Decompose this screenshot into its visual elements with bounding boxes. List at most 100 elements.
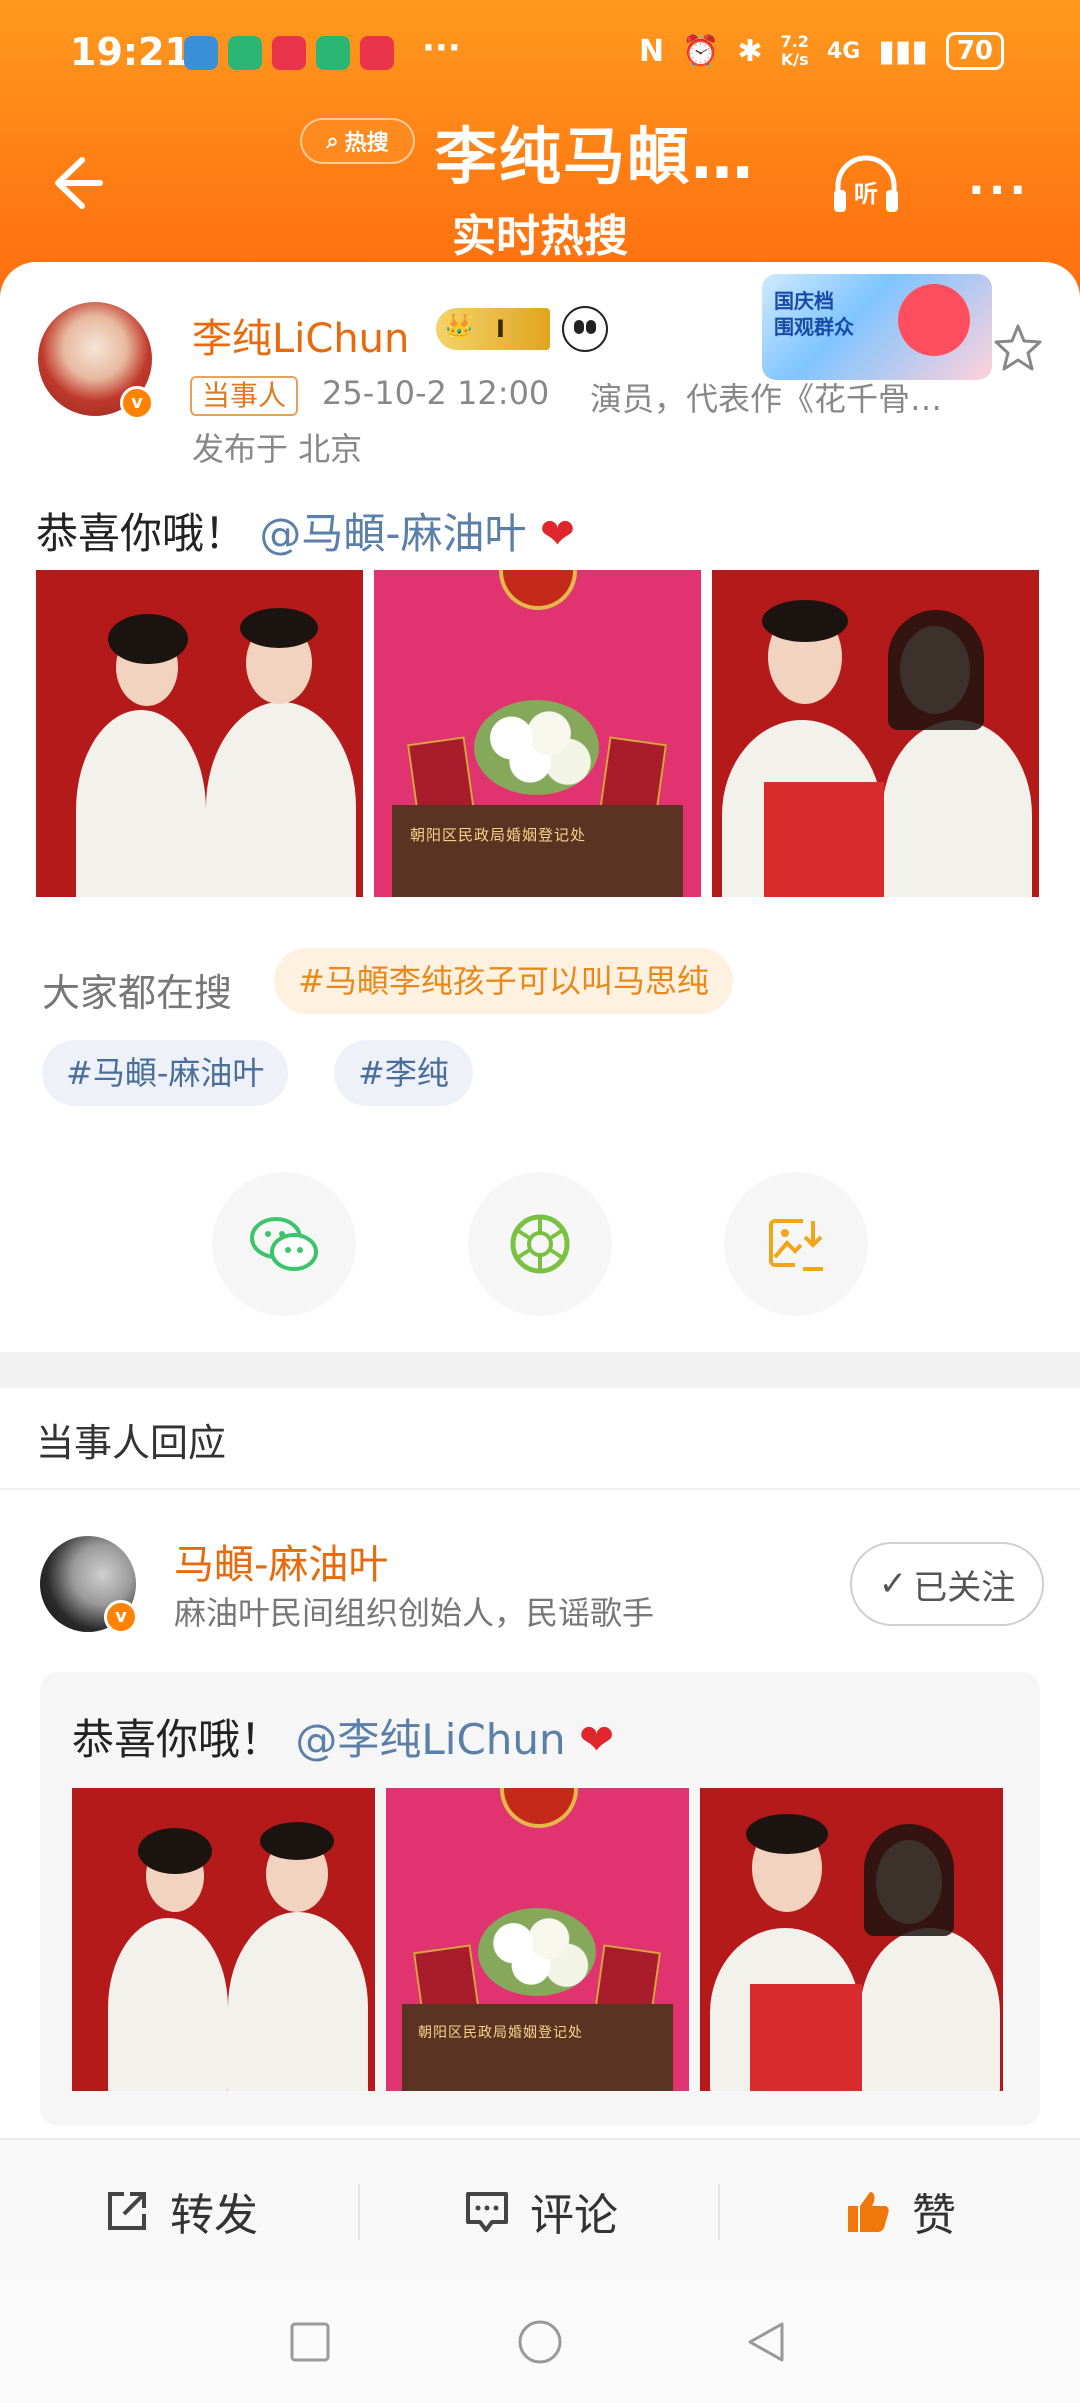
repost-button[interactable]: 转发 — [0, 2140, 360, 2282]
signal-icon: ▮▮▮ — [878, 33, 928, 69]
comment-icon — [466, 2192, 508, 2232]
repost-icon — [108, 2192, 146, 2230]
photo-figure — [228, 1912, 368, 2091]
share-moments-button[interactable] — [468, 1172, 612, 1316]
photo-figure — [260, 1822, 334, 1860]
page-subtitle: 实时热搜 — [452, 211, 628, 262]
bluetooth-icon: ✱ — [737, 33, 763, 69]
save-image-icon — [769, 1219, 823, 1271]
crown-icon: 👑 — [444, 312, 474, 340]
photo-figure — [240, 608, 318, 648]
post-text-body: 恭喜你哦！ — [36, 509, 247, 558]
book-app-icon — [360, 36, 394, 70]
search-icon: ⌕ — [326, 128, 339, 154]
role-tag: 当事人 — [190, 376, 299, 416]
status-more-dots: ··· — [422, 28, 461, 68]
response-post-card[interactable]: 恭喜你哦！ @李纯LiChun ❤ 朝阳区民政局婚姻登记处 — [40, 1672, 1040, 2126]
app-notification-icon — [184, 36, 218, 70]
home-icon[interactable] — [516, 2318, 564, 2366]
heart-icon: ❤ — [539, 509, 576, 558]
like-button[interactable]: 赞 — [720, 2140, 1080, 2282]
member-crown-badge[interactable]: 👑 I — [436, 308, 550, 350]
national-emblem — [500, 1788, 578, 1828]
bottom-action-bar: 转发 评论 赞 — [0, 2138, 1080, 2280]
net-speed: 7.2 K/s — [780, 32, 809, 69]
thumbs-up-icon — [848, 2192, 889, 2232]
network-type: 4G — [826, 38, 861, 64]
sports-app-icon — [228, 36, 262, 70]
recent-apps-icon[interactable] — [288, 2320, 332, 2364]
heart-icon: ❤ — [579, 1715, 615, 1764]
photo-figure — [746, 1814, 828, 1854]
photo-couple-kiss[interactable] — [712, 570, 1039, 897]
back-nav-icon[interactable] — [742, 2318, 790, 2366]
share-wechat-button[interactable] — [212, 1172, 356, 1316]
alarm-icon: ⏰ — [682, 33, 720, 69]
responder-description: 麻油叶民间组织创始人，民谣歌手 — [174, 1594, 655, 1632]
response-photo-grid: 朝阳区民政局婚姻登记处 — [72, 1788, 1003, 2091]
response-section-title: 当事人回应 — [36, 1421, 227, 1465]
response-mention-link[interactable]: @李纯LiChun — [295, 1715, 565, 1764]
post-detail: v 李纯LiChun 👑 I 国庆档 围观群众 当事人 25-10-2 12:0… — [0, 262, 1080, 2403]
hot-search-badge: ⌕ 热搜 — [300, 118, 415, 164]
more-options-icon[interactable]: ··· — [968, 165, 1030, 216]
response-text: 恭喜你哦！ @李纯LiChun ❤ — [72, 1706, 614, 1767]
photo-couple-kiss[interactable] — [700, 1788, 1003, 2091]
follow-label: 已关注 — [913, 1567, 1016, 1608]
mascot-icon — [898, 284, 970, 356]
post-photo-grid: 朝阳区民政局婚姻登记处 — [36, 570, 1039, 897]
battery-indicator: 70 — [945, 32, 1004, 70]
photo-flowers — [478, 1908, 596, 1996]
photo-figure — [206, 702, 356, 897]
photo-podium — [402, 2004, 673, 2091]
photo-marriage-certificates[interactable]: 朝阳区民政局婚姻登记处 — [374, 570, 701, 897]
post-location: 发布于 北京 — [192, 430, 363, 468]
top-header: 19:21 ··· N ⏰ ✱ 7.2 K/s 4G ▮▮▮ 70 ⌕ 热搜 李… — [0, 0, 1080, 300]
photo-figure — [108, 1918, 228, 2091]
verified-badge-icon: v — [104, 1600, 138, 1634]
crown-level: I — [496, 315, 505, 343]
section-divider — [0, 1352, 1080, 1388]
section-rule — [0, 1488, 1080, 1490]
responder-name[interactable]: 马頔-麻油叶 — [174, 1532, 388, 1590]
system-nav-bar — [0, 2280, 1080, 2403]
photo-marriage-certificates[interactable]: 朝阳区民政局婚姻登记处 — [386, 1788, 689, 2091]
listen-headphones-icon[interactable]: 听 — [828, 150, 904, 220]
photo-figure — [882, 720, 1032, 897]
response-text-body: 恭喜你哦！ — [72, 1715, 283, 1764]
national-emblem — [499, 570, 577, 610]
hot-badge-label: 热搜 — [344, 131, 389, 156]
photo-figure — [860, 1928, 1000, 2091]
topic-chip[interactable]: #李纯 — [334, 1040, 473, 1106]
following-button[interactable]: ✓ 已关注 — [850, 1542, 1044, 1626]
comment-label: 评论 — [530, 2190, 618, 2241]
podium-caption: 朝阳区民政局婚姻登记处 — [418, 2025, 583, 2041]
author-name[interactable]: 李纯LiChun — [192, 306, 409, 364]
double-happiness-icon — [750, 1984, 862, 2091]
comment-button[interactable]: 评论 — [360, 2140, 720, 2282]
post-mention-link[interactable]: @马頔-麻油叶 — [259, 509, 526, 558]
photo-figure — [888, 610, 984, 730]
author-description: 演员，代表作《花千骨… — [590, 380, 943, 418]
page-title: 李纯马頔… — [435, 120, 756, 193]
photo-couple-standing[interactable] — [36, 570, 363, 897]
wechat-icon — [250, 1217, 318, 1271]
photo-flowers — [474, 700, 599, 795]
hot-search-chip[interactable]: #马頔李纯孩子可以叫马思纯 — [274, 948, 733, 1014]
status-right: N ⏰ ✱ 7.2 K/s 4G ▮▮▮ 70 — [639, 32, 1004, 70]
checkmark-icon: ✓ — [878, 1564, 908, 1604]
photo-figure — [138, 1828, 212, 1874]
photo-couple-standing[interactable] — [72, 1788, 375, 2091]
sports-app-icon — [316, 36, 350, 70]
photo-figure — [108, 614, 188, 664]
promo-text: 国庆档 围观群众 — [774, 289, 854, 339]
podium-caption: 朝阳区民政局婚姻登记处 — [410, 826, 587, 844]
save-image-button[interactable] — [724, 1172, 868, 1316]
favorite-star-icon[interactable] — [990, 320, 1046, 376]
photo-figure — [864, 1824, 954, 1936]
photo-figure — [762, 600, 848, 642]
like-label: 赞 — [912, 2190, 956, 2241]
topic-chip[interactable]: #马頔-麻油叶 — [42, 1040, 289, 1106]
national-day-promo-banner[interactable]: 国庆档 围观群众 — [762, 274, 992, 380]
book-app-icon — [272, 36, 306, 70]
